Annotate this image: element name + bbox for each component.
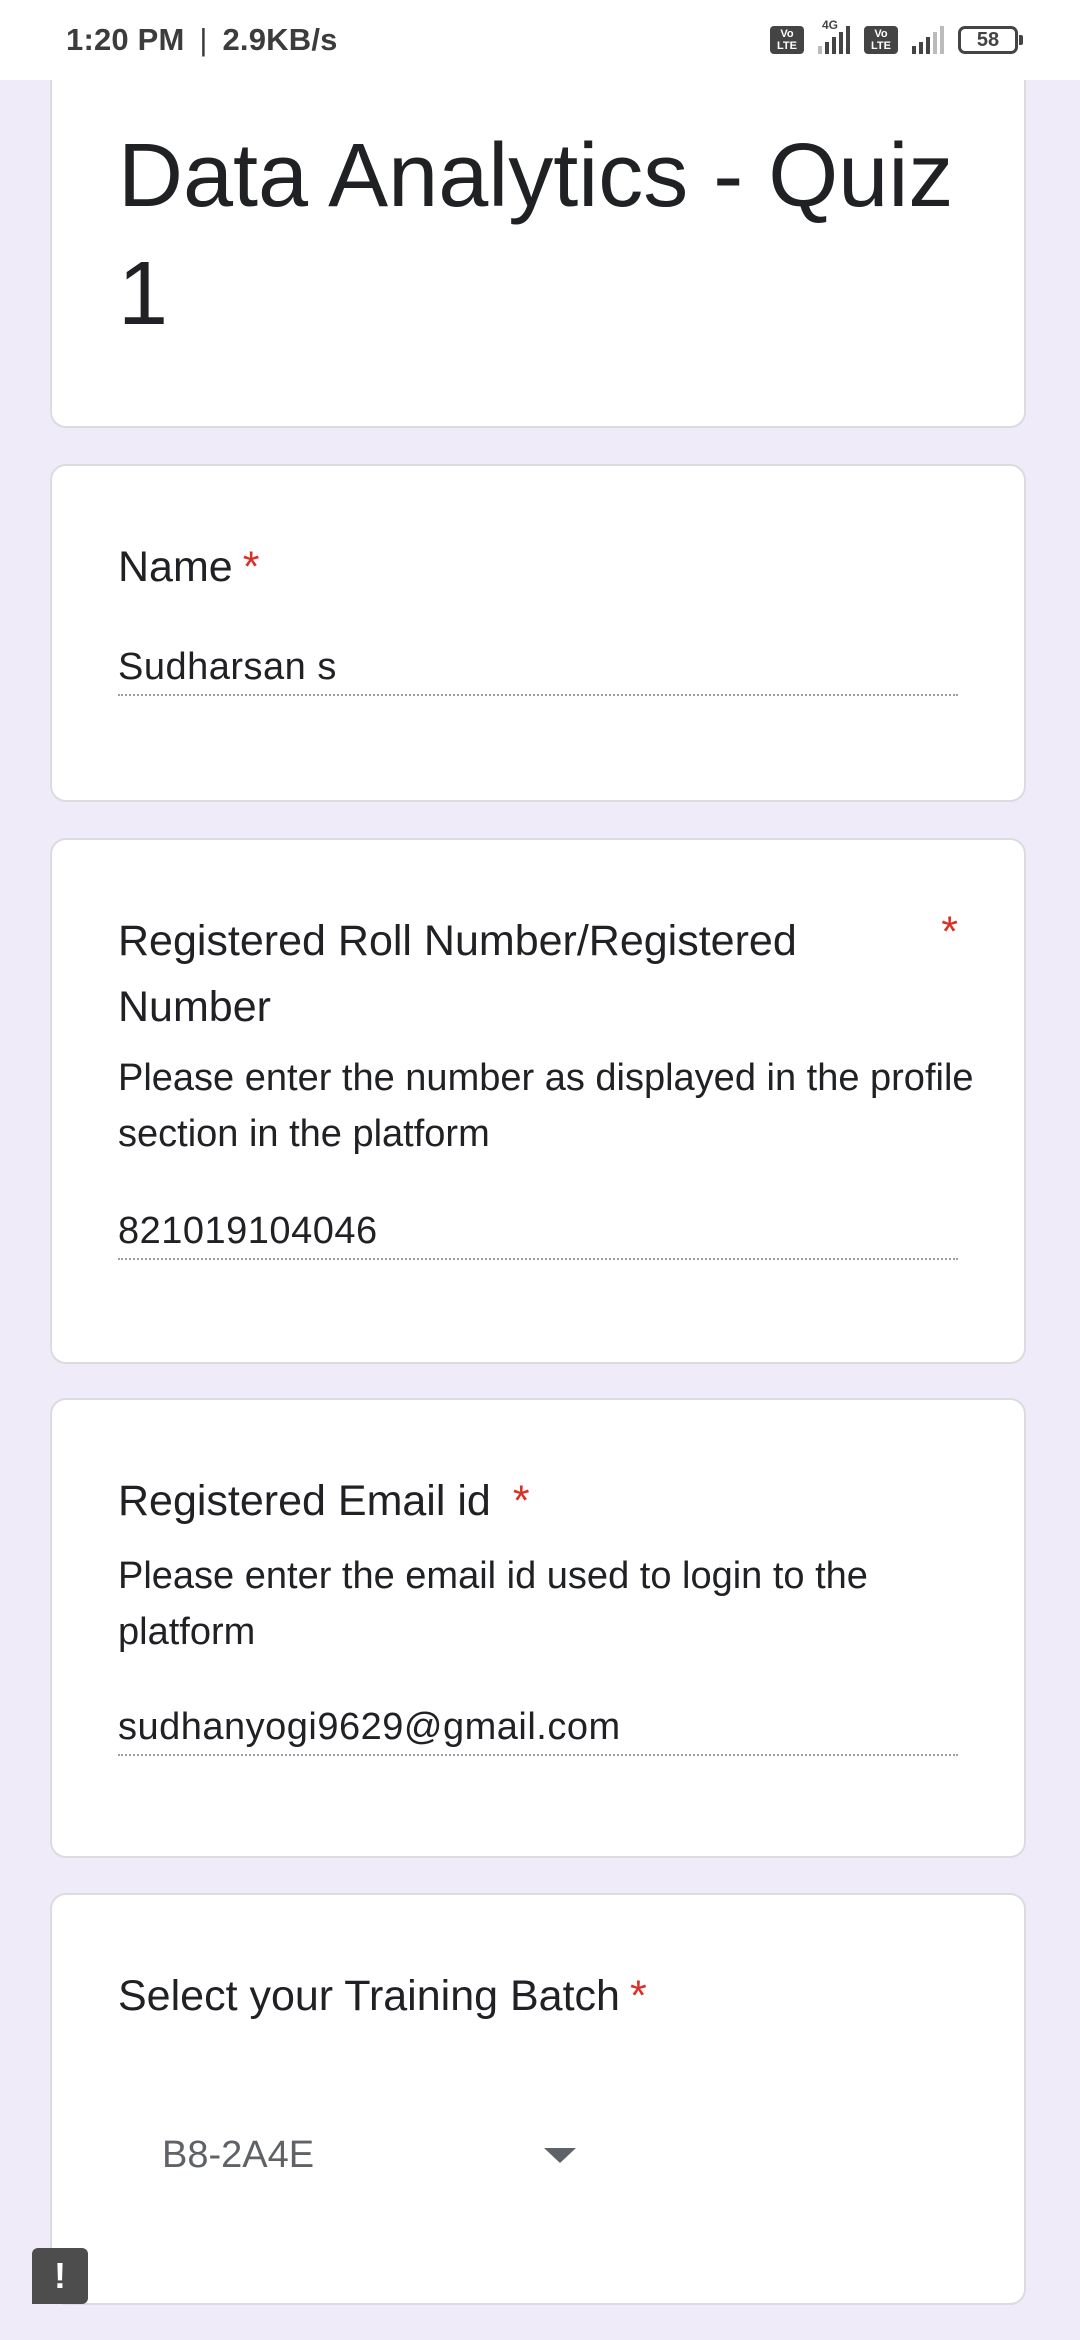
network-type: 4G <box>822 18 839 32</box>
status-left: 1:20 PM | 2.9KB/s <box>66 22 338 58</box>
status-time: 1:20 PM <box>66 22 185 57</box>
form-title: Data Analytics - Quiz 1 <box>118 126 954 344</box>
question-card-email: Registered Email id * Please enter the em… <box>50 1398 1026 1858</box>
required-mark: * <box>629 1972 647 2020</box>
network-speed: 2.9KB/s <box>222 22 338 57</box>
question-card-roll-number: Registered Roll Number/Registered Number… <box>50 838 1026 1364</box>
required-mark: * <box>512 1477 530 1525</box>
roll-number-field[interactable]: 821019104046 <box>118 1206 958 1260</box>
battery-icon: 58 <box>958 26 1023 54</box>
volte-icon-2: Vo LTE <box>864 26 898 54</box>
signal-4g-icon: 4G <box>818 18 850 54</box>
status-icons: Vo LTE 4G Vo LTE 58 <box>770 18 1023 54</box>
question-card-name: Name * Sudharsan s <box>50 464 1026 802</box>
signal-icon <box>912 26 944 54</box>
report-icon: ! <box>54 2255 66 2296</box>
volte-icon: Vo LTE <box>770 26 804 54</box>
required-mark: * <box>941 908 958 956</box>
question-label: Registered Email id * <box>118 1468 530 1534</box>
question-label-text: Name <box>118 543 233 591</box>
email-field[interactable]: sudhanyogi9629@gmail.com <box>118 1702 958 1756</box>
question-help-text: Please enter the email id used to login … <box>118 1555 868 1653</box>
question-label-text: Registered Email id <box>118 1477 491 1525</box>
caret-down-icon <box>544 2147 576 2163</box>
volte-line2: LTE <box>871 40 891 52</box>
status-bar: 1:20 PM | 2.9KB/s Vo LTE 4G Vo LTE 58 <box>0 0 1080 80</box>
volte-line1: Vo <box>874 28 888 40</box>
required-mark: * <box>242 543 260 591</box>
question-label: Select your Training Batch * <box>118 1963 647 2029</box>
training-batch-dropdown[interactable]: B8-2A4E <box>162 2125 582 2185</box>
form-title-card: Data Analytics - Quiz 1 <box>50 40 1026 428</box>
question-label: Registered Roll Number/Registered Number <box>118 917 797 1031</box>
dropdown-selected-value: B8-2A4E <box>162 2133 315 2176</box>
question-label-text: Select your Training Batch <box>118 1972 620 2020</box>
name-field[interactable]: Sudharsan s <box>118 642 958 696</box>
status-separator: | <box>199 22 208 57</box>
volte-line2: LTE <box>777 40 797 52</box>
question-label: Name * <box>118 534 259 600</box>
question-card-training-batch: Select your Training Batch * B8-2A4E <box>50 1893 1026 2305</box>
feedback-button[interactable]: ! <box>32 2248 88 2304</box>
question-help-text: Please enter the number as displayed in … <box>118 1057 974 1155</box>
battery-level: 58 <box>976 29 1000 51</box>
volte-line1: Vo <box>780 28 794 40</box>
